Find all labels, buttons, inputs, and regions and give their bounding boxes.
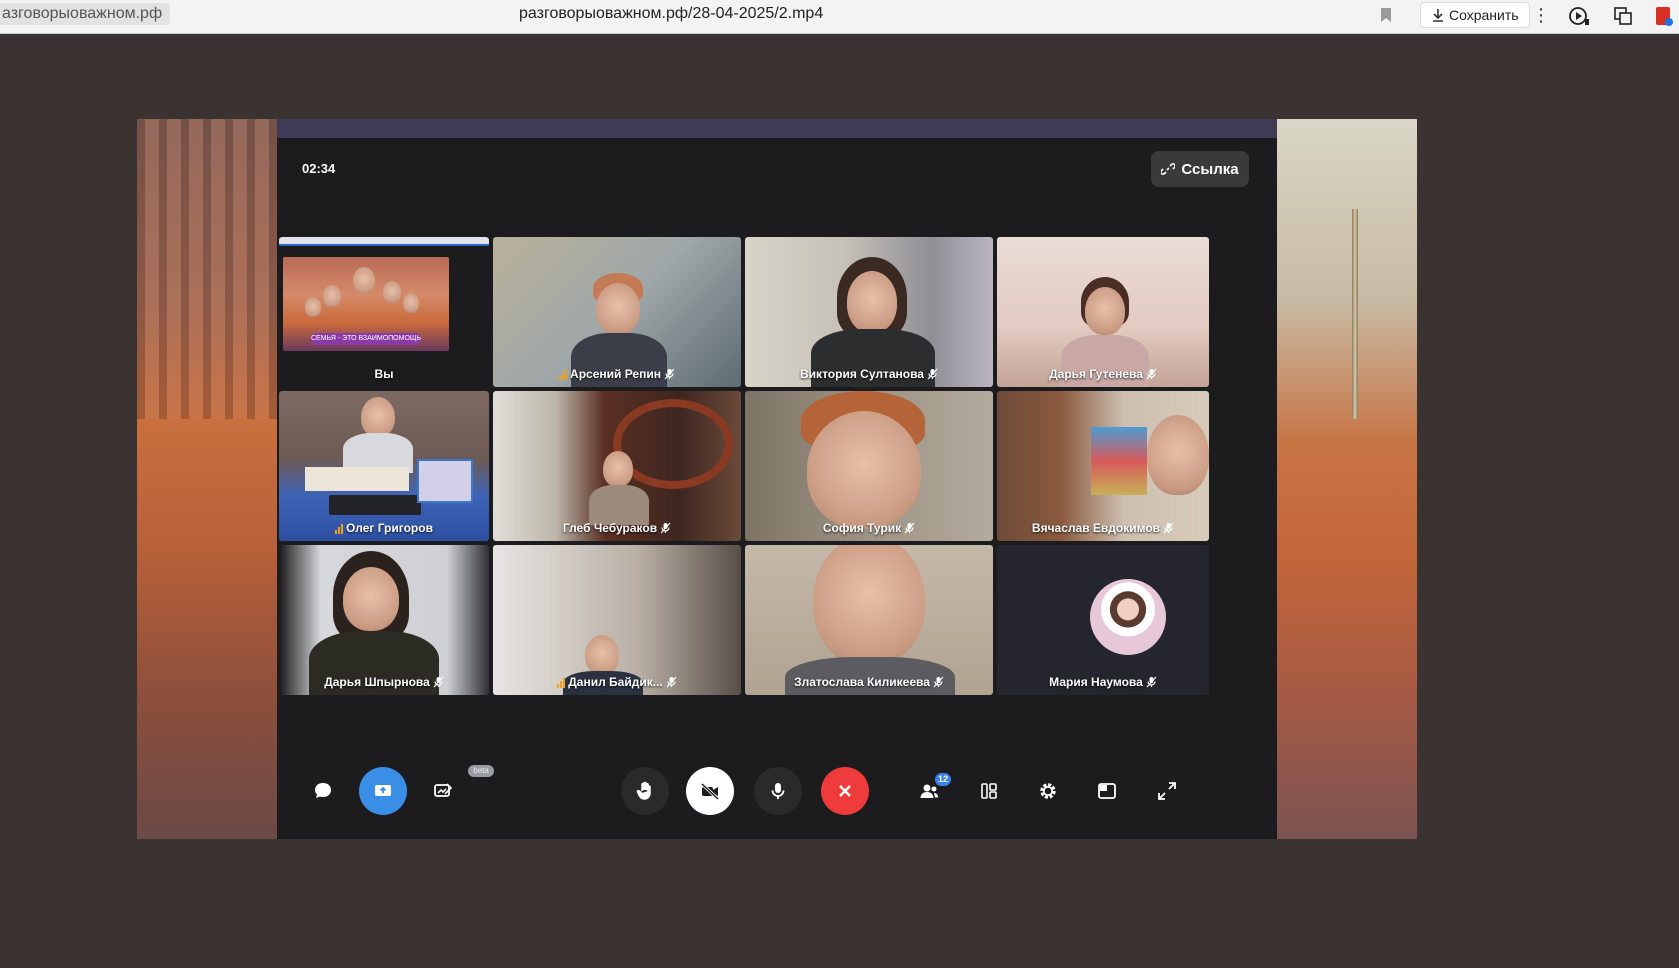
speaking-signal-icon: [559, 369, 568, 380]
share-screen-icon: [375, 785, 391, 796]
mic-off-icon: [1146, 368, 1157, 380]
mic-off-icon: [660, 522, 671, 534]
save-button[interactable]: Сохранить: [1420, 2, 1530, 28]
end-call-icon: [839, 785, 851, 797]
background-room-right: [1277, 119, 1417, 839]
microphone-button[interactable]: [754, 767, 802, 815]
box-object: [417, 459, 473, 503]
chat-bubble-icon: [315, 783, 331, 798]
bookmark-icon[interactable]: [1380, 7, 1392, 23]
picture-in-picture-button[interactable]: [1083, 767, 1131, 815]
more-menu-icon[interactable]: ⋮: [1532, 4, 1550, 26]
address-bar-url[interactable]: разговорыоважном.рф/28-04-2025/2.mp4: [519, 5, 823, 23]
video-play-icon[interactable]: [1568, 5, 1590, 27]
participant-name: Арсений Репин: [493, 367, 741, 381]
link-icon: [1161, 163, 1176, 175]
participant-tile[interactable]: Олег Григоров: [279, 391, 489, 541]
copy-link-label: Ссылка: [1181, 160, 1239, 178]
participant-tile[interactable]: Дарья Гутенева: [997, 237, 1209, 387]
translate-icon[interactable]: [1612, 5, 1634, 27]
settings-button[interactable]: [1024, 767, 1072, 815]
end-call-button[interactable]: [821, 767, 869, 815]
participant-tile[interactable]: Дарья Шпырнова: [279, 545, 489, 695]
participant-name: Глеб Чебураков: [493, 521, 741, 535]
share-screen-button[interactable]: [359, 767, 407, 815]
layout-button[interactable]: [965, 767, 1013, 815]
fullscreen-button[interactable]: [1143, 767, 1191, 815]
gear-icon: [1040, 783, 1056, 799]
participant-name: Вы: [374, 367, 394, 381]
camera-toggle-button[interactable]: [686, 767, 734, 815]
download-icon: [1433, 9, 1443, 22]
fullscreen-icon: [1158, 782, 1176, 800]
keyboard-object: [329, 495, 421, 515]
tab-domain[interactable]: азговорыоважном.рф: [0, 3, 171, 25]
participant-name: Дарья Гутенева: [997, 367, 1209, 381]
participant-tile[interactable]: София Турик: [745, 391, 993, 541]
call-timer: 02:34: [302, 161, 336, 176]
participant-tile[interactable]: Глеб Чебураков: [493, 391, 741, 541]
mic-off-icon: [1146, 676, 1157, 688]
browser-toolbar: азговорыоважном.рф разговорыоважном.рф/2…: [0, 0, 1679, 34]
mic-off-icon: [933, 676, 944, 688]
participant-tile[interactable]: Арсений Репин: [493, 237, 741, 387]
chat-button[interactable]: [299, 767, 347, 815]
video-frame[interactable]: 02:34 Ссылка СЕМЬЯ - ЭТО ВЗАИМОПОМОЩЬ Вы: [137, 119, 1417, 839]
lamp-decoration: [1352, 209, 1358, 419]
mic-off-icon: [904, 522, 915, 534]
shared-slide-image: СЕМЬЯ - ЭТО ВЗАИМОПОМОЩЬ: [283, 257, 449, 351]
background-room-left: [137, 119, 277, 839]
participant-tile-self[interactable]: СЕМЬЯ - ЭТО ВЗАИМОПОМОЩЬ Вы: [279, 237, 489, 387]
speaking-signal-icon: [557, 677, 566, 688]
participant-tile[interactable]: Вячаслав Евдокимов: [997, 391, 1209, 541]
camera-off-icon: [700, 782, 720, 801]
participant-name: Данил Байдик...: [493, 675, 741, 689]
participants-count-badge: 12: [935, 773, 951, 786]
participant-tile[interactable]: Виктория Султанова: [745, 237, 993, 387]
participant-name: София Турик: [745, 521, 993, 535]
participant-name: Златослава Киликеева: [745, 675, 993, 689]
mic-off-icon: [666, 676, 677, 688]
mic-off-icon: [1163, 522, 1174, 534]
speaking-signal-icon: [335, 523, 344, 534]
participant-name: Олег Григоров: [279, 521, 489, 535]
microphone-icon: [771, 783, 785, 799]
save-button-label: Сохранить: [1449, 7, 1519, 23]
raise-hand-icon: [636, 781, 651, 800]
participant-name: Дарья Шпырнова: [279, 675, 489, 689]
participant-name: Вячаслав Евдокимов: [997, 521, 1209, 535]
participant-name: Мария Наумова: [997, 675, 1209, 689]
whiteboard-icon: [434, 783, 453, 797]
raise-hand-button[interactable]: [621, 767, 669, 815]
layout-icon: [981, 783, 997, 799]
picture-in-picture-icon: [1098, 783, 1116, 799]
shared-screen-bar: [279, 237, 489, 246]
photo-poster: [1091, 427, 1147, 495]
copy-link-button[interactable]: Ссылка: [1151, 151, 1249, 187]
mic-off-icon: [433, 676, 444, 688]
slide-caption: СЕМЬЯ - ЭТО ВЗАИМОПОМОЩЬ: [311, 333, 421, 345]
book-object: [305, 467, 409, 491]
participant-tile[interactable]: Златослава Киликеева: [745, 545, 993, 695]
avatar: [1090, 579, 1166, 655]
whiteboard-button[interactable]: [419, 767, 467, 815]
call-top-strip: [277, 119, 1277, 138]
mic-off-icon: [927, 368, 938, 380]
participant-tile[interactable]: Данил Байдик...: [493, 545, 741, 695]
participant-tile[interactable]: Мария Наумова: [997, 545, 1209, 695]
beta-badge: beta: [468, 765, 494, 777]
pdf-extension-icon[interactable]: [1652, 5, 1674, 27]
mic-off-icon: [664, 368, 675, 380]
video-call-window: 02:34 Ссылка СЕМЬЯ - ЭТО ВЗАИМОПОМОЩЬ Вы: [277, 119, 1277, 839]
participant-name: Виктория Султанова: [745, 367, 993, 381]
